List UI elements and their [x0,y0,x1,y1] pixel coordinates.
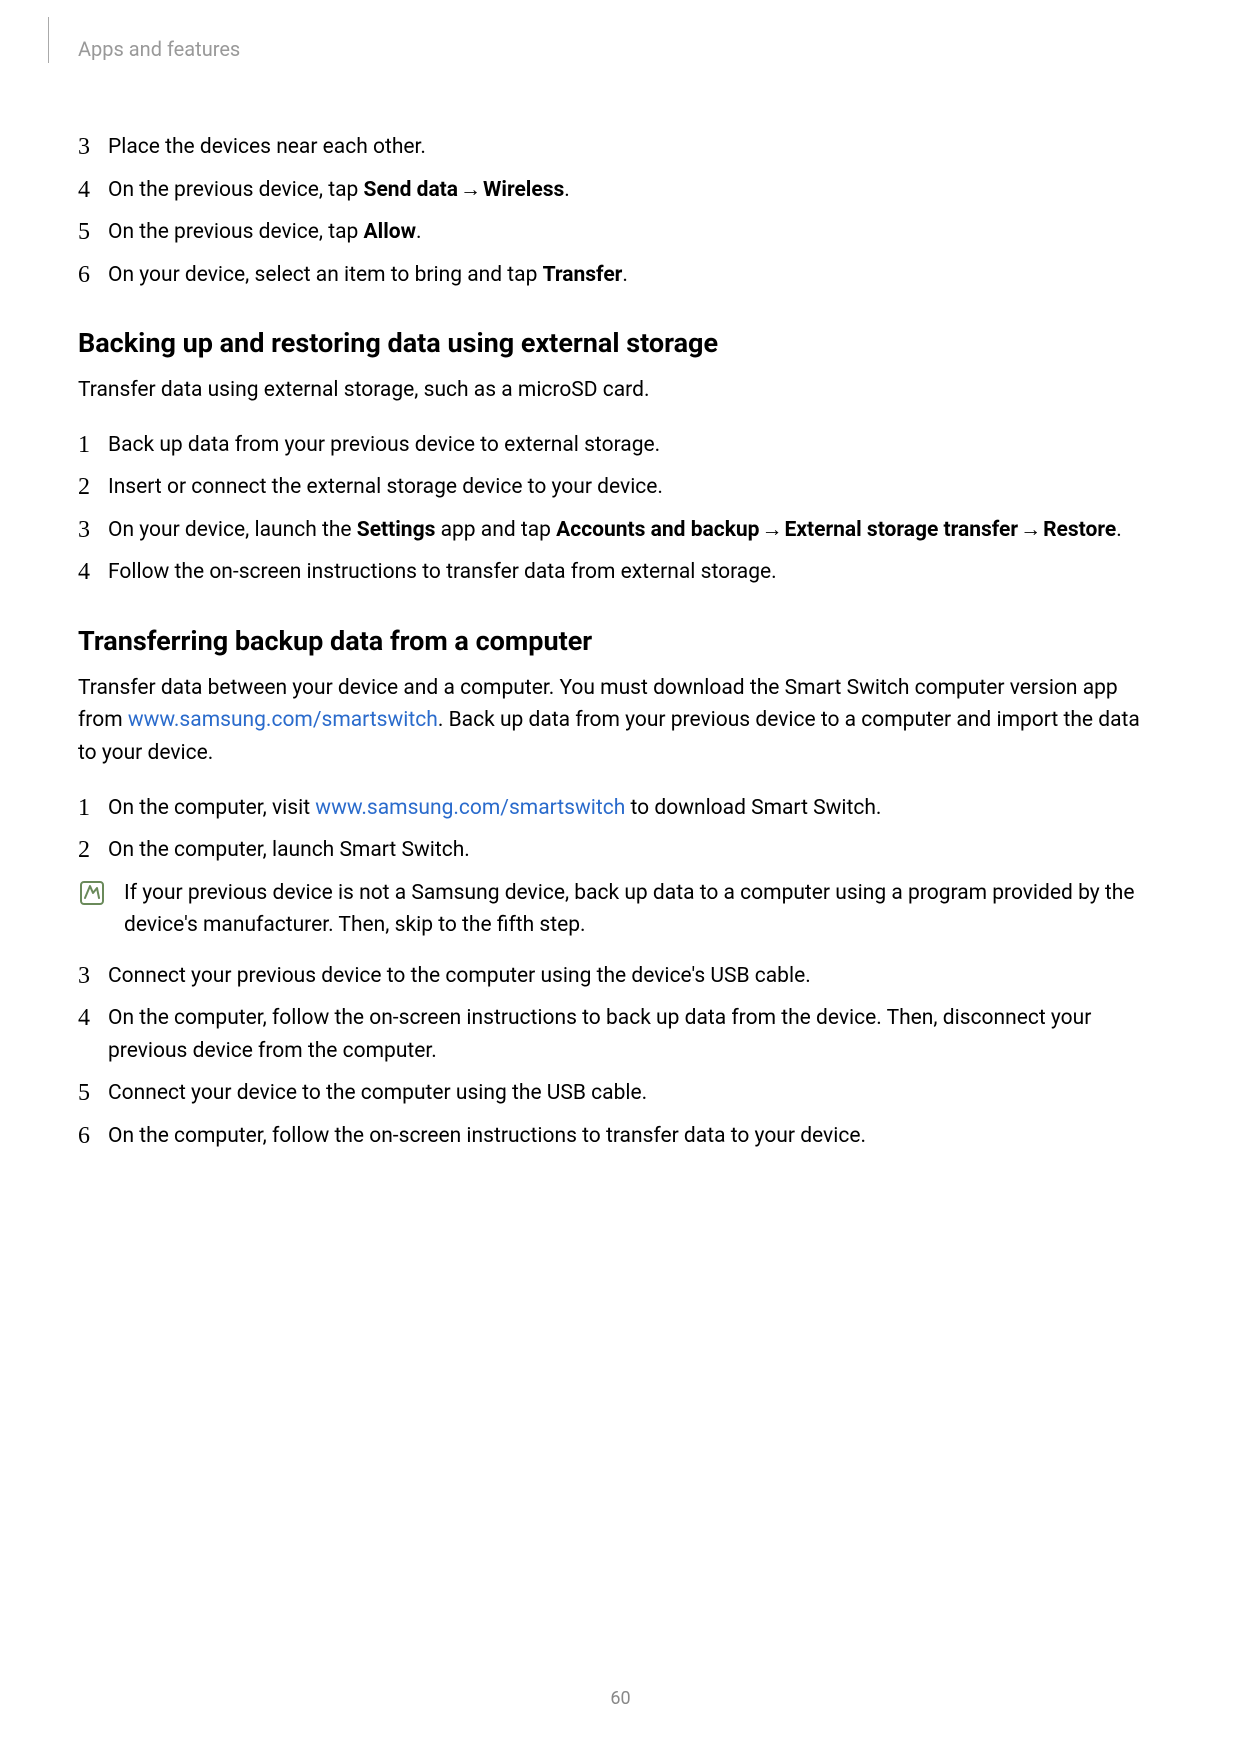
step-bold: Transfer [543,263,623,287]
arrow-icon: → [762,514,783,547]
smartswitch-link[interactable]: www.samsung.com/smartswitch [315,796,625,820]
step-item: On the previous device, tap Allow. [78,216,1163,249]
step-bold: Restore [1043,518,1116,542]
step-item: Back up data from your previous device t… [78,429,1163,462]
step-text: Connect your device to the computer usin… [108,1081,647,1105]
step-text: On the computer, follow the on-screen in… [108,1006,1091,1063]
step-item: Insert or connect the external storage d… [78,471,1163,504]
section-heading: Backing up and restoring data using exte… [78,327,1163,359]
step-text: On your device, launch the [108,518,357,542]
step-item: On the computer, follow the on-screen in… [78,1002,1163,1067]
step-item: On your device, launch the Settings app … [78,514,1163,547]
step-item: On the computer, launch Smart Switch. [78,834,1163,867]
steps-list-1: Place the devices near each other. On th… [78,131,1163,291]
note-icon [78,879,106,907]
step-item: On the previous device, tap Send data → … [78,174,1163,207]
step-bold: Settings [357,518,436,542]
step-text: app and tap [435,518,556,542]
step-item: Connect your previous device to the comp… [78,960,1163,993]
steps-list-3b: Connect your previous device to the comp… [78,960,1163,1153]
step-text: On the previous device, tap [108,220,364,244]
step-bold: Wireless [483,178,564,202]
note-text: If your previous device is not a Samsung… [124,877,1163,942]
step-bold: Send data [364,178,459,202]
step-text: Place the devices near each other. [108,135,426,159]
step-text: . [622,263,628,287]
step-text: On the previous device, tap [108,178,364,202]
section-heading: Transferring backup data from a computer [78,625,1163,657]
step-text: Connect your previous device to the comp… [108,964,811,988]
page-number: 60 [0,1688,1241,1709]
step-item: On the computer, follow the on-screen in… [78,1120,1163,1153]
section-intro: Transfer data using external storage, su… [78,374,1163,407]
step-item: On the computer, visit www.samsung.com/s… [78,792,1163,825]
step-bold: Accounts and backup [556,518,759,542]
step-item: Connect your device to the computer usin… [78,1077,1163,1110]
section-intro: Transfer data between your device and a … [78,672,1163,770]
note-callout: If your previous device is not a Samsung… [78,877,1163,942]
step-bold: Allow [364,220,417,244]
step-text: Follow the on-screen instructions to tra… [108,560,777,584]
step-text: . [416,220,422,244]
step-text: Insert or connect the external storage d… [108,475,663,499]
step-item: On your device, select an item to bring … [78,259,1163,292]
breadcrumb: Apps and features [48,35,1133,63]
step-text: . [1116,518,1122,542]
step-text: On your device, select an item to bring … [108,263,543,287]
arrow-icon: → [1020,514,1041,547]
step-text: On the computer, visit [108,796,315,820]
step-item: Place the devices near each other. [78,131,1163,164]
steps-list-3a: On the computer, visit www.samsung.com/s… [78,792,1163,867]
steps-list-2: Back up data from your previous device t… [78,429,1163,589]
step-text: On the computer, launch Smart Switch. [108,838,470,862]
step-text: On the computer, follow the on-screen in… [108,1124,866,1148]
breadcrumb-text: Apps and features [64,37,240,61]
step-bold: External storage transfer [785,518,1019,542]
step-item: Follow the on-screen instructions to tra… [78,556,1163,589]
step-text: . [564,178,570,202]
step-text: Back up data from your previous device t… [108,433,660,457]
arrow-icon: → [460,174,481,207]
smartswitch-link[interactable]: www.samsung.com/smartswitch [128,708,438,732]
step-text: to download Smart Switch. [625,796,881,820]
